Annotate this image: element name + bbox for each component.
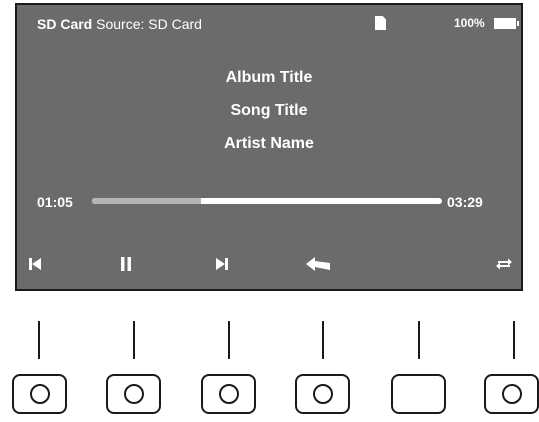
battery-icon <box>494 18 519 29</box>
progress-bar[interactable] <box>92 198 442 204</box>
hardware-button-5[interactable] <box>391 374 446 414</box>
back-button[interactable] <box>304 253 332 275</box>
status-source: SD Card Source: SD Card <box>37 16 202 32</box>
button-stem-3 <box>228 321 230 359</box>
hardware-button-2[interactable] <box>106 374 161 414</box>
button-stem-1 <box>38 321 40 359</box>
skip-next-icon <box>216 258 228 270</box>
album-title: Album Title <box>225 69 313 86</box>
hardware-button-4[interactable] <box>295 374 350 414</box>
button-ring <box>501 384 522 404</box>
button-stem-2 <box>133 321 135 359</box>
button-stem-4 <box>322 321 324 359</box>
hardware-button-6[interactable] <box>484 374 539 414</box>
button-stem-5 <box>418 321 420 359</box>
artist-name: Artist Name <box>224 135 314 152</box>
total-time: 03:29 <box>447 194 483 210</box>
hardware-button-3[interactable] <box>201 374 256 414</box>
skip-next-button[interactable] <box>211 253 233 275</box>
button-ring <box>218 384 239 404</box>
source-label: Source: SD Card <box>96 16 202 32</box>
button-stem-6 <box>513 321 515 359</box>
elapsed-time: 01:05 <box>37 194 73 210</box>
pause-button[interactable] <box>115 253 137 275</box>
skip-previous-button[interactable] <box>24 253 46 275</box>
button-ring <box>123 384 144 404</box>
button-ring <box>312 384 333 404</box>
hardware-button-1[interactable] <box>12 374 67 414</box>
device-screen: SD Card Source: SD Card 100% Album Title… <box>15 3 523 291</box>
brand-label: SD Card <box>37 16 93 32</box>
song-title: Song Title <box>230 102 308 119</box>
repeat-button[interactable] <box>493 253 515 275</box>
back-icon <box>306 257 330 271</box>
skip-previous-icon <box>29 258 41 270</box>
repeat-icon <box>496 258 512 270</box>
progress-fill <box>92 198 201 204</box>
button-ring <box>29 384 50 404</box>
sd-card-icon <box>375 16 386 30</box>
battery-percent: 100% <box>454 16 485 30</box>
pause-icon <box>121 257 131 271</box>
